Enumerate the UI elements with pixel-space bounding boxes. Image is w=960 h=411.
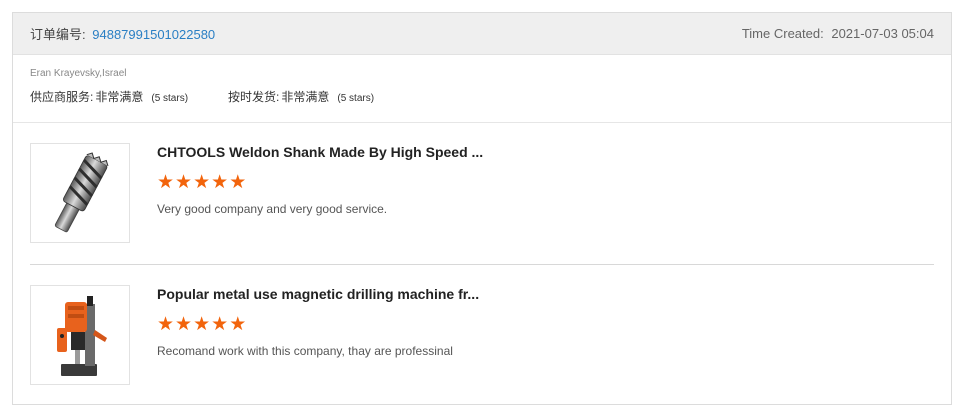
product-review-item: CHTOOLS Weldon Shank Made By High Speed … (30, 123, 934, 264)
rating-stars-text: (5 stars) (337, 93, 375, 104)
product-star-rating: ★ ★ ★ ★ ★ (157, 315, 502, 335)
rating-supplier-service: 供应商服务: 非常满意 (5 stars) (30, 89, 188, 107)
seller-ratings: 供应商服务: 非常满意 (5 stars) 按时发货: 非常满意 (5 star… (30, 89, 934, 107)
star-icon: ★ (193, 172, 211, 193)
order-number-link[interactable]: 94887991501022580 (92, 27, 215, 42)
star-icon: ★ (157, 172, 175, 193)
rating-on-time-shipping: 按时发货: 非常满意 (5 stars) (228, 89, 374, 107)
review-text: Very good company and very good service. (157, 202, 388, 216)
magnetic-drill-icon (57, 296, 107, 376)
product-title[interactable]: Popular metal use magnetic drilling mach… (157, 285, 502, 303)
product-thumbnail[interactable] (30, 285, 130, 385)
annular-cutter-icon (54, 152, 109, 233)
product-star-rating: ★ ★ ★ ★ ★ (157, 173, 502, 193)
review-text: Recomand work with this company, thay ar… (157, 344, 453, 358)
time-created-value: 2021-07-03 05:04 (831, 26, 934, 41)
product-info: CHTOOLS Weldon Shank Made By High Speed … (157, 143, 502, 264)
product-title[interactable]: CHTOOLS Weldon Shank Made By High Speed … (157, 143, 502, 161)
rating-label: 按时发货: (228, 90, 280, 104)
order-feedback-card: 订单编号: 94887991501022580 Time Created: 20… (12, 12, 952, 405)
rating-value: 非常满意 (281, 90, 330, 104)
star-icon: ★ (211, 172, 229, 193)
star-icon: ★ (229, 314, 247, 335)
star-icon: ★ (175, 314, 193, 335)
product-info: Popular metal use magnetic drilling mach… (157, 285, 502, 405)
star-icon: ★ (157, 314, 175, 335)
rating-label: 供应商服务: (30, 90, 94, 104)
product-thumbnail[interactable] (30, 143, 130, 243)
rating-value: 非常满意 (95, 90, 144, 104)
product-list: CHTOOLS Weldon Shank Made By High Speed … (13, 123, 951, 405)
buyer-name: Eran Krayevsky,Israel (30, 68, 127, 79)
product-review-item: Popular metal use magnetic drilling mach… (30, 264, 934, 405)
order-number-label: 订单编号: (30, 27, 86, 42)
time-created: Time Created: 2021-07-03 05:04 (742, 26, 934, 41)
time-created-label: Time Created: (741, 26, 824, 41)
order-header: 订单编号: 94887991501022580 Time Created: 20… (13, 13, 951, 55)
buyer-section: Eran Krayevsky,Israel 供应商服务: 非常满意 (5 sta… (13, 55, 951, 123)
star-icon: ★ (193, 314, 211, 335)
star-icon: ★ (175, 172, 193, 193)
star-icon: ★ (211, 314, 229, 335)
rating-stars-text: (5 stars) (151, 93, 189, 104)
star-icon: ★ (229, 172, 247, 193)
order-number-group: 订单编号: 94887991501022580 (30, 24, 215, 43)
